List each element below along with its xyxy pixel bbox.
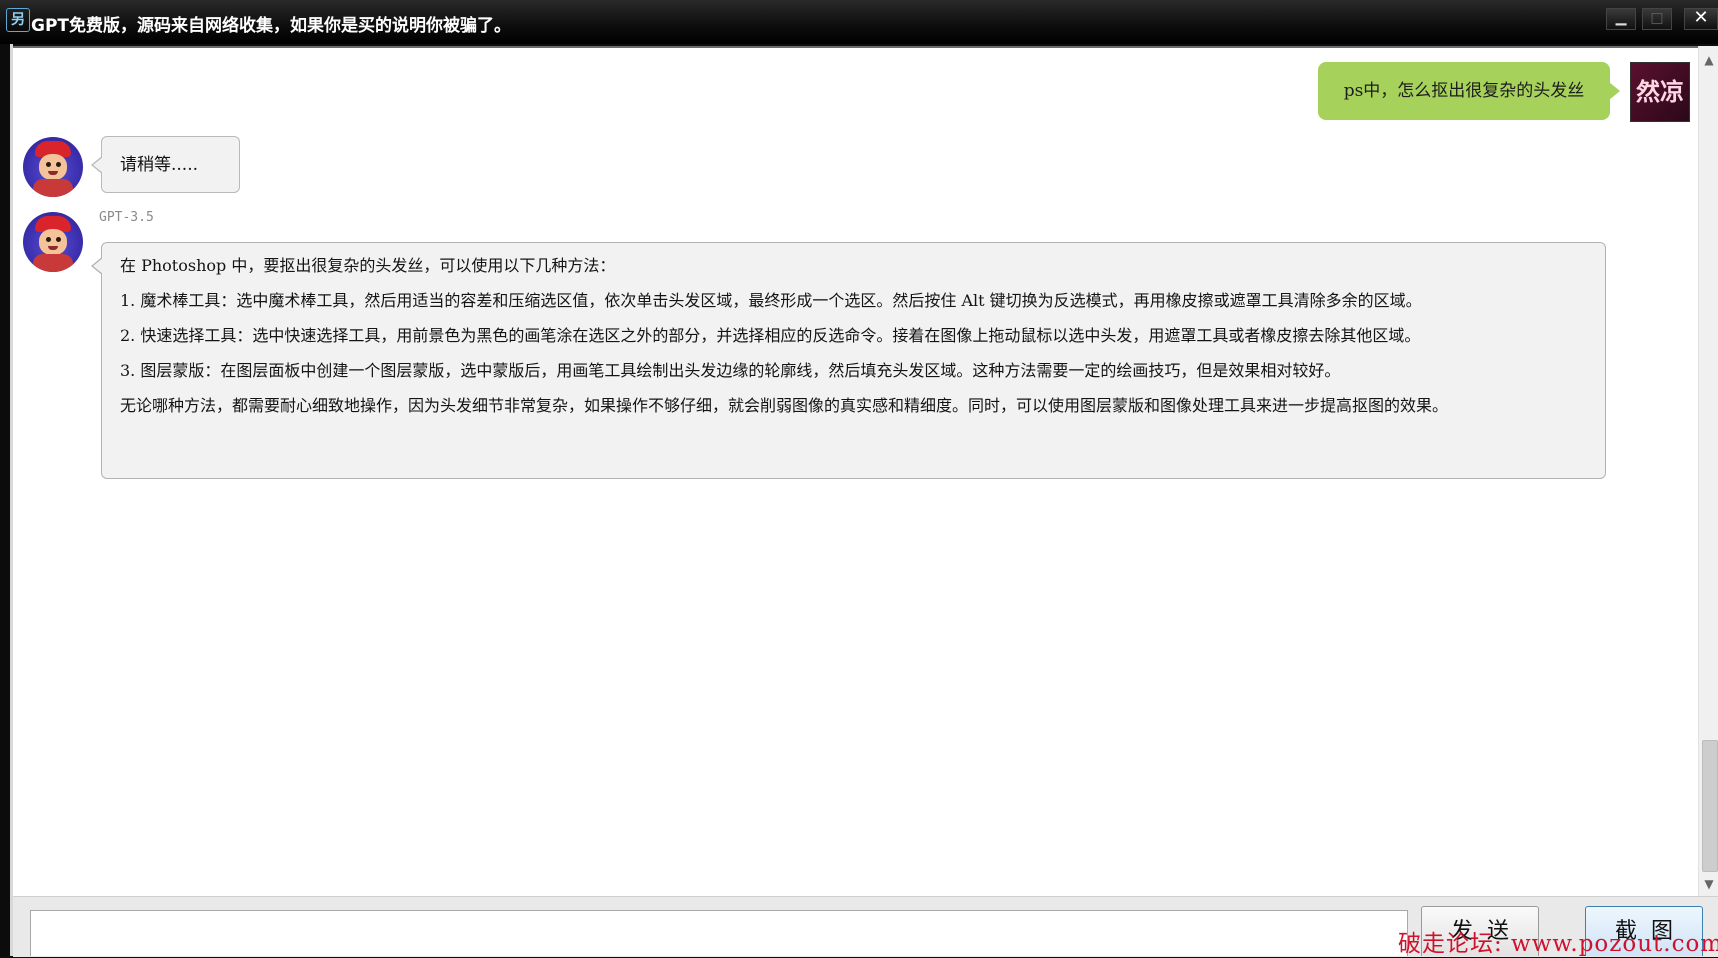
bot-avatar [23,137,83,197]
answer-paragraph: 3. 图层蒙版：在图层面板中创建一个图层蒙版，选中蒙版后，用画笔工具绘制出头发边… [120,361,1341,380]
answer-paragraph: 2. 快速选择工具：选中快速选择工具，用前景色为黑色的画笔涂在选区之外的部分，并… [120,326,1421,345]
answer-paragraph: 1. 魔术棒工具：选中魔术棒工具，然后用适当的容差和压缩选区值，依次单击头发区域… [120,291,1422,310]
title-bar: 另 GPT免费版，源码来自网络收集，如果你是买的说明你被骗了。 ▁ □ ✕ [0,0,1718,44]
message-input[interactable] [30,910,1408,956]
minimize-button[interactable]: ▁ [1606,8,1636,30]
window-title: GPT免费版，源码来自网络收集，如果你是买的说明你被骗了。 [31,16,512,36]
chat-scrollbar[interactable]: ▲ ▼ [1698,46,1718,896]
bot-avatar [23,212,83,272]
user-message-bubble: ps中，怎么抠出很复杂的头发丝 [1318,62,1620,120]
model-label: GPT-3.5 [99,210,154,225]
scroll-up-icon[interactable]: ▲ [1699,50,1718,70]
waiting-message-bubble: 请稍等..... [91,136,240,193]
app-icon: 另 [6,8,30,32]
maximize-button[interactable]: □ [1642,8,1672,30]
user-avatar: 然凉 [1630,62,1690,122]
close-button[interactable]: ✕ [1684,8,1718,30]
answer-message-bubble: 在 Photoshop 中，要抠出很复杂的头发丝，可以使用以下几种方法： 1. … [91,242,1606,479]
scroll-thumb[interactable] [1702,740,1718,872]
watermark: 破走论坛: www.pozout.com [1398,931,1718,957]
answer-paragraph: 在 Photoshop 中，要抠出很复杂的头发丝，可以使用以下几种方法： [120,256,616,275]
scroll-down-icon[interactable]: ▼ [1699,874,1718,894]
answer-paragraph: 无论哪种方法，都需要耐心细致地操作，因为头发细节非常复杂，如果操作不够仔细，就会… [120,396,1449,415]
